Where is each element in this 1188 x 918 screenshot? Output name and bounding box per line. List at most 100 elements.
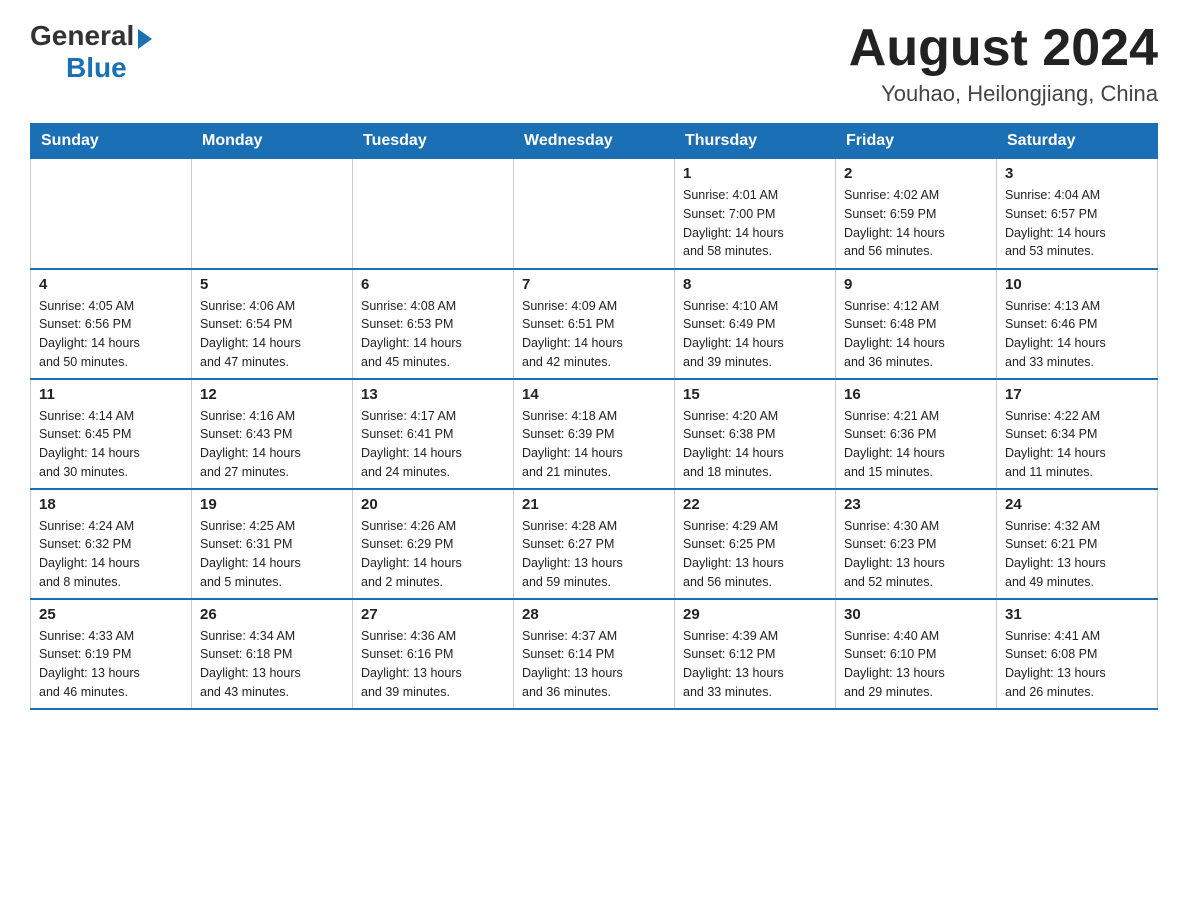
day-info: Sunrise: 4:39 AMSunset: 6:12 PMDaylight:… — [683, 627, 827, 702]
day-number: 26 — [200, 606, 344, 623]
day-info: Sunrise: 4:30 AMSunset: 6:23 PMDaylight:… — [844, 517, 988, 592]
day-number: 19 — [200, 496, 344, 513]
day-number: 28 — [522, 606, 666, 623]
calendar-header-row: SundayMondayTuesdayWednesdayThursdayFrid… — [31, 124, 1158, 159]
calendar-cell: 16Sunrise: 4:21 AMSunset: 6:36 PMDayligh… — [836, 379, 997, 489]
day-header-thursday: Thursday — [675, 124, 836, 159]
day-info: Sunrise: 4:22 AMSunset: 6:34 PMDaylight:… — [1005, 407, 1149, 482]
day-info: Sunrise: 4:26 AMSunset: 6:29 PMDaylight:… — [361, 517, 505, 592]
day-number: 31 — [1005, 606, 1149, 623]
day-header-sunday: Sunday — [31, 124, 192, 159]
day-info: Sunrise: 4:33 AMSunset: 6:19 PMDaylight:… — [39, 627, 183, 702]
day-number: 14 — [522, 386, 666, 403]
day-info: Sunrise: 4:10 AMSunset: 6:49 PMDaylight:… — [683, 297, 827, 372]
calendar-cell: 10 Sunrise: 4:13 AMSunset: 6:46 PMDayligh… — [997, 269, 1158, 379]
day-number: 1 — [683, 165, 827, 182]
calendar-cell: 28 Sunrise: 4:37 AMSunset: 6:14 PMDayligh… — [514, 599, 675, 709]
logo: General Blue — [30, 20, 152, 84]
day-number: 13 — [361, 386, 505, 403]
day-info: Sunrise: 4:02 AMSunset: 6:59 PMDaylight:… — [844, 186, 988, 261]
day-info: Sunrise: 4:06 AMSunset: 6:54 PMDaylight:… — [200, 297, 344, 372]
day-info: Sunrise: 4:09 AMSunset: 6:51 PMDaylight:… — [522, 297, 666, 372]
day-number: 12 — [200, 386, 344, 403]
calendar-cell: 9 Sunrise: 4:12 AMSunset: 6:48 PMDaylight… — [836, 269, 997, 379]
calendar-cell — [514, 159, 675, 269]
day-info: Sunrise: 4:14 AMSunset: 6:45 PMDaylight:… — [39, 407, 183, 482]
calendar-cell: 20 Sunrise: 4:26 AMSunset: 6:29 PMDayligh… — [353, 489, 514, 599]
day-info: Sunrise: 4:25 AMSunset: 6:31 PMDaylight:… — [200, 517, 344, 592]
day-number: 7 — [522, 276, 666, 293]
title-block: August 2024 Youhao, Heilongjiang, China — [849, 20, 1158, 107]
day-number: 25 — [39, 606, 183, 623]
calendar-week-row: 1 Sunrise: 4:01 AMSunset: 7:00 PMDaylight… — [31, 159, 1158, 269]
day-number: 10 — [1005, 276, 1149, 293]
day-info: Sunrise: 4:12 AMSunset: 6:48 PMDaylight:… — [844, 297, 988, 372]
calendar-cell: 5 Sunrise: 4:06 AMSunset: 6:54 PMDaylight… — [192, 269, 353, 379]
calendar-cell: 2 Sunrise: 4:02 AMSunset: 6:59 PMDaylight… — [836, 159, 997, 269]
day-number: 5 — [200, 276, 344, 293]
calendar-cell: 19 Sunrise: 4:25 AMSunset: 6:31 PMDayligh… — [192, 489, 353, 599]
calendar-cell: 6 Sunrise: 4:08 AMSunset: 6:53 PMDaylight… — [353, 269, 514, 379]
day-info: Sunrise: 4:08 AMSunset: 6:53 PMDaylight:… — [361, 297, 505, 372]
calendar-cell: 14Sunrise: 4:18 AMSunset: 6:39 PMDayligh… — [514, 379, 675, 489]
day-number: 15 — [683, 386, 827, 403]
calendar-cell: 17Sunrise: 4:22 AMSunset: 6:34 PMDayligh… — [997, 379, 1158, 489]
day-info: Sunrise: 4:28 AMSunset: 6:27 PMDaylight:… — [522, 517, 666, 592]
day-number: 21 — [522, 496, 666, 513]
calendar-cell: 23 Sunrise: 4:30 AMSunset: 6:23 PMDayligh… — [836, 489, 997, 599]
calendar-cell — [353, 159, 514, 269]
calendar-cell: 24 Sunrise: 4:32 AMSunset: 6:21 PMDayligh… — [997, 489, 1158, 599]
day-info: Sunrise: 4:24 AMSunset: 6:32 PMDaylight:… — [39, 517, 183, 592]
calendar-cell: 13 Sunrise: 4:17 AMSunset: 6:41 PMDayligh… — [353, 379, 514, 489]
calendar-cell: 4Sunrise: 4:05 AMSunset: 6:56 PMDaylight… — [31, 269, 192, 379]
calendar-week-row: 11Sunrise: 4:14 AMSunset: 6:45 PMDayligh… — [31, 379, 1158, 489]
day-info: Sunrise: 4:41 AMSunset: 6:08 PMDaylight:… — [1005, 627, 1149, 702]
day-number: 9 — [844, 276, 988, 293]
day-info: Sunrise: 4:36 AMSunset: 6:16 PMDaylight:… — [361, 627, 505, 702]
day-number: 30 — [844, 606, 988, 623]
day-info: Sunrise: 4:01 AMSunset: 7:00 PMDaylight:… — [683, 186, 827, 261]
day-number: 16 — [844, 386, 988, 403]
day-number: 24 — [1005, 496, 1149, 513]
day-info: Sunrise: 4:29 AMSunset: 6:25 PMDaylight:… — [683, 517, 827, 592]
day-info: Sunrise: 4:37 AMSunset: 6:14 PMDaylight:… — [522, 627, 666, 702]
day-info: Sunrise: 4:13 AMSunset: 6:46 PMDaylight:… — [1005, 297, 1149, 372]
day-info: Sunrise: 4:04 AMSunset: 6:57 PMDaylight:… — [1005, 186, 1149, 261]
calendar-cell: 30 Sunrise: 4:40 AMSunset: 6:10 PMDayligh… — [836, 599, 997, 709]
day-number: 4 — [39, 276, 183, 293]
day-header-saturday: Saturday — [997, 124, 1158, 159]
calendar-cell: 3Sunrise: 4:04 AMSunset: 6:57 PMDaylight… — [997, 159, 1158, 269]
day-number: 27 — [361, 606, 505, 623]
calendar-cell: 12 Sunrise: 4:16 AMSunset: 6:43 PMDayligh… — [192, 379, 353, 489]
calendar-cell: 15 Sunrise: 4:20 AMSunset: 6:38 PMDayligh… — [675, 379, 836, 489]
day-number: 6 — [361, 276, 505, 293]
calendar-week-row: 25 Sunrise: 4:33 AMSunset: 6:19 PMDayligh… — [31, 599, 1158, 709]
calendar-cell: 29 Sunrise: 4:39 AMSunset: 6:12 PMDayligh… — [675, 599, 836, 709]
day-info: Sunrise: 4:16 AMSunset: 6:43 PMDaylight:… — [200, 407, 344, 482]
calendar-title: August 2024 — [849, 20, 1158, 77]
day-info: Sunrise: 4:32 AMSunset: 6:21 PMDaylight:… — [1005, 517, 1149, 592]
calendar-cell — [31, 159, 192, 269]
calendar-cell: 22Sunrise: 4:29 AMSunset: 6:25 PMDayligh… — [675, 489, 836, 599]
logo-triangle-icon — [138, 29, 152, 49]
day-number: 29 — [683, 606, 827, 623]
logo-general-text: General — [30, 20, 134, 52]
day-number: 8 — [683, 276, 827, 293]
day-number: 2 — [844, 165, 988, 182]
calendar-cell: 7 Sunrise: 4:09 AMSunset: 6:51 PMDaylight… — [514, 269, 675, 379]
logo-blue-text: Blue — [30, 52, 127, 84]
day-info: Sunrise: 4:17 AMSunset: 6:41 PMDaylight:… — [361, 407, 505, 482]
calendar-cell: 27 Sunrise: 4:36 AMSunset: 6:16 PMDayligh… — [353, 599, 514, 709]
page-header: General Blue August 2024 Youhao, Heilong… — [30, 20, 1158, 107]
day-number: 20 — [361, 496, 505, 513]
calendar-cell: 18Sunrise: 4:24 AMSunset: 6:32 PMDayligh… — [31, 489, 192, 599]
calendar-week-row: 18Sunrise: 4:24 AMSunset: 6:32 PMDayligh… — [31, 489, 1158, 599]
calendar-cell: 11Sunrise: 4:14 AMSunset: 6:45 PMDayligh… — [31, 379, 192, 489]
day-info: Sunrise: 4:20 AMSunset: 6:38 PMDaylight:… — [683, 407, 827, 482]
calendar-cell: 31 Sunrise: 4:41 AMSunset: 6:08 PMDayligh… — [997, 599, 1158, 709]
day-header-monday: Monday — [192, 124, 353, 159]
day-info: Sunrise: 4:40 AMSunset: 6:10 PMDaylight:… — [844, 627, 988, 702]
calendar-cell: 1 Sunrise: 4:01 AMSunset: 7:00 PMDaylight… — [675, 159, 836, 269]
day-number: 23 — [844, 496, 988, 513]
day-header-wednesday: Wednesday — [514, 124, 675, 159]
